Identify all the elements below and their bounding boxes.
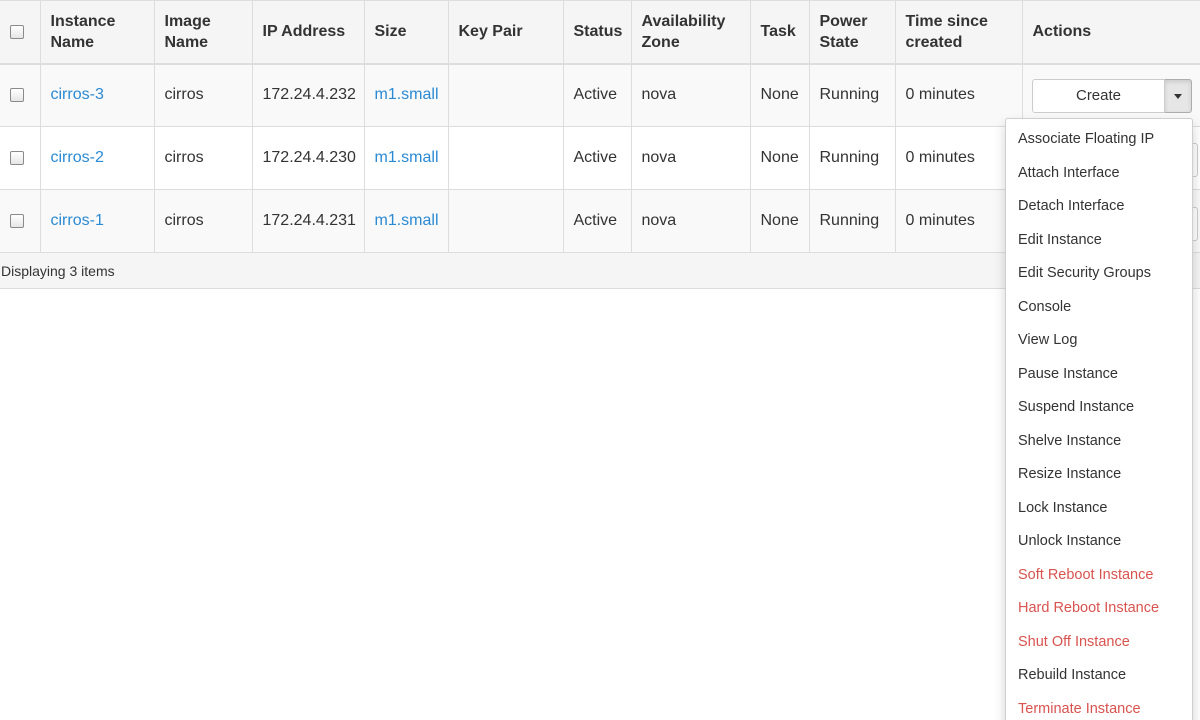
menu-item-edit-security-groups[interactable]: Edit Security Groups [1006, 257, 1192, 291]
row-checkbox-cell[interactable] [0, 189, 41, 253]
table-header-row: Instance Name Image Name IP Address Size… [0, 0, 1200, 64]
cell-ip-address: 172.24.4.232 [252, 63, 365, 127]
menu-item-hard-reboot-instance[interactable]: Hard Reboot Instance [1006, 592, 1192, 626]
cell-availability-zone: nova [631, 126, 751, 190]
cell-key-pair [448, 63, 564, 127]
row-checkbox[interactable] [10, 88, 24, 103]
actions-dropdown-menu: Associate Floating IP Attach Interface D… [1005, 118, 1193, 720]
cell-size: m1.small [364, 126, 449, 190]
menu-item-terminate-instance[interactable]: Terminate Instance [1006, 693, 1192, 720]
header-task[interactable]: Task [750, 0, 810, 64]
row-checkbox-cell[interactable] [0, 126, 41, 190]
size-link[interactable]: m1.small [375, 86, 439, 103]
menu-item-console[interactable]: Console [1006, 291, 1192, 325]
menu-item-shut-off-instance[interactable]: Shut Off Instance [1006, 626, 1192, 660]
instance-name-link[interactable]: cirros-2 [51, 149, 104, 166]
cell-image-name: cirros [154, 63, 253, 127]
row-actions-split-button: Create Snapshot [1032, 79, 1192, 136]
menu-item-pause-instance[interactable]: Pause Instance [1006, 358, 1192, 392]
cell-instance-name: cirros-2 [40, 126, 155, 190]
cell-task: None [750, 63, 810, 127]
cell-ip-address: 172.24.4.230 [252, 126, 365, 190]
cell-availability-zone: nova [631, 189, 751, 253]
cell-size: m1.small [364, 189, 449, 253]
menu-item-associate-floating-ip[interactable]: Associate Floating IP [1006, 123, 1192, 157]
menu-item-shelve-instance[interactable]: Shelve Instance [1006, 425, 1192, 459]
row-checkbox[interactable] [10, 213, 24, 228]
header-key-pair[interactable]: Key Pair [448, 0, 564, 64]
actions-dropdown-toggle[interactable] [1165, 79, 1192, 113]
menu-item-attach-interface[interactable]: Attach Interface [1006, 157, 1192, 191]
header-instance-name[interactable]: Instance Name [40, 0, 155, 64]
cell-availability-zone: nova [631, 63, 751, 127]
cell-instance-name: cirros-3 [40, 63, 155, 127]
menu-item-detach-interface[interactable]: Detach Interface [1006, 190, 1192, 224]
instances-page: Instance Name Image Name IP Address Size… [0, 0, 1200, 720]
cell-ip-address: 172.24.4.231 [252, 189, 365, 253]
size-link[interactable]: m1.small [375, 212, 439, 229]
menu-item-resize-instance[interactable]: Resize Instance [1006, 458, 1192, 492]
cell-image-name: cirros [154, 126, 253, 190]
cell-status: Active [563, 189, 632, 253]
size-link[interactable]: m1.small [375, 149, 439, 166]
header-ip-address[interactable]: IP Address [252, 0, 365, 64]
cell-status: Active [563, 126, 632, 190]
menu-item-view-log[interactable]: View Log [1006, 324, 1192, 358]
menu-item-rebuild-instance[interactable]: Rebuild Instance [1006, 659, 1192, 693]
menu-item-lock-instance[interactable]: Lock Instance [1006, 492, 1192, 526]
row-checkbox-cell[interactable] [0, 63, 41, 127]
menu-item-suspend-instance[interactable]: Suspend Instance [1006, 391, 1192, 425]
header-availability-zone[interactable]: Availability Zone [631, 0, 751, 64]
create-snapshot-button[interactable]: Create Snapshot [1032, 79, 1165, 136]
select-all-checkbox-cell[interactable] [0, 0, 41, 64]
instance-name-link[interactable]: cirros-1 [51, 212, 104, 229]
menu-item-edit-instance[interactable]: Edit Instance [1006, 224, 1192, 258]
header-time-since-created[interactable]: Time since created [895, 0, 1023, 64]
cell-key-pair [448, 126, 564, 190]
select-all-checkbox[interactable] [10, 25, 24, 40]
menu-item-soft-reboot-instance[interactable]: Soft Reboot Instance [1006, 559, 1192, 593]
cell-size: m1.small [364, 63, 449, 127]
instance-name-link[interactable]: cirros-3 [51, 86, 104, 103]
row-checkbox[interactable] [10, 150, 24, 165]
cell-power-state: Running [809, 63, 896, 127]
cell-power-state: Running [809, 126, 896, 190]
header-actions: Actions [1022, 0, 1200, 64]
cell-task: None [750, 126, 810, 190]
header-power-state[interactable]: Power State [809, 0, 896, 64]
cell-power-state: Running [809, 189, 896, 253]
header-image-name[interactable]: Image Name [154, 0, 253, 64]
header-size[interactable]: Size [364, 0, 449, 64]
cell-time-since-created: 0 minutes [895, 63, 1023, 127]
cell-image-name: cirros [154, 189, 253, 253]
header-status[interactable]: Status [563, 0, 632, 64]
cell-task: None [750, 189, 810, 253]
menu-item-unlock-instance[interactable]: Unlock Instance [1006, 525, 1192, 559]
cell-status: Active [563, 63, 632, 127]
cell-instance-name: cirros-1 [40, 189, 155, 253]
cell-time-since-created: 0 minutes [895, 189, 1023, 253]
caret-down-icon [1174, 94, 1182, 99]
cell-time-since-created: 0 minutes [895, 126, 1023, 190]
cell-key-pair [448, 189, 564, 253]
